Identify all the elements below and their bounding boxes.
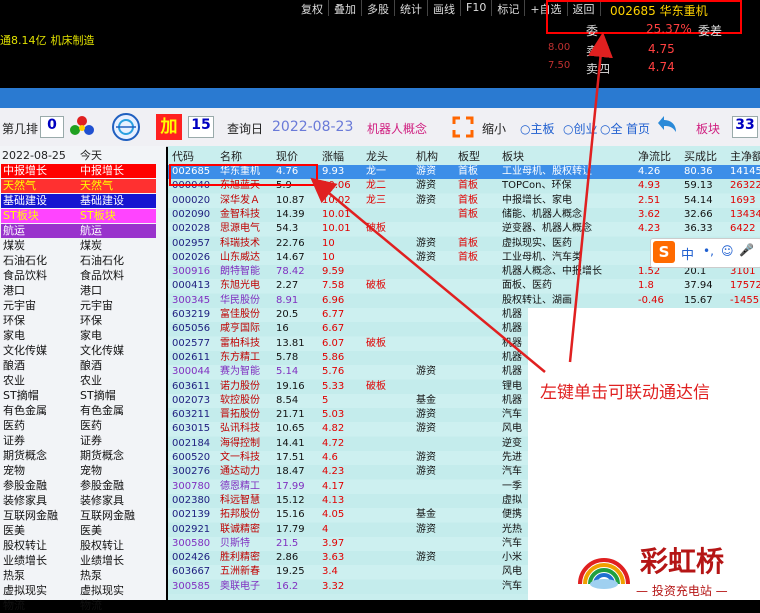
sector-cell[interactable]: 物流 — [1, 599, 79, 613]
annotation-text: 左键单击可联动通达信 — [540, 383, 710, 403]
annotation-arrows — [310, 32, 613, 373]
arrow-to-row — [310, 177, 546, 373]
watermark-sub: — 投资充电站 — — [636, 584, 728, 598]
sector-cell[interactable]: 物流 — [78, 599, 156, 613]
arrow-to-quote — [568, 32, 613, 363]
watermark-sub-text: 投资充电站 — [651, 584, 712, 598]
watermark-brand: 彩虹桥 — [640, 545, 725, 578]
rainbow-logo-icon — [576, 538, 632, 590]
